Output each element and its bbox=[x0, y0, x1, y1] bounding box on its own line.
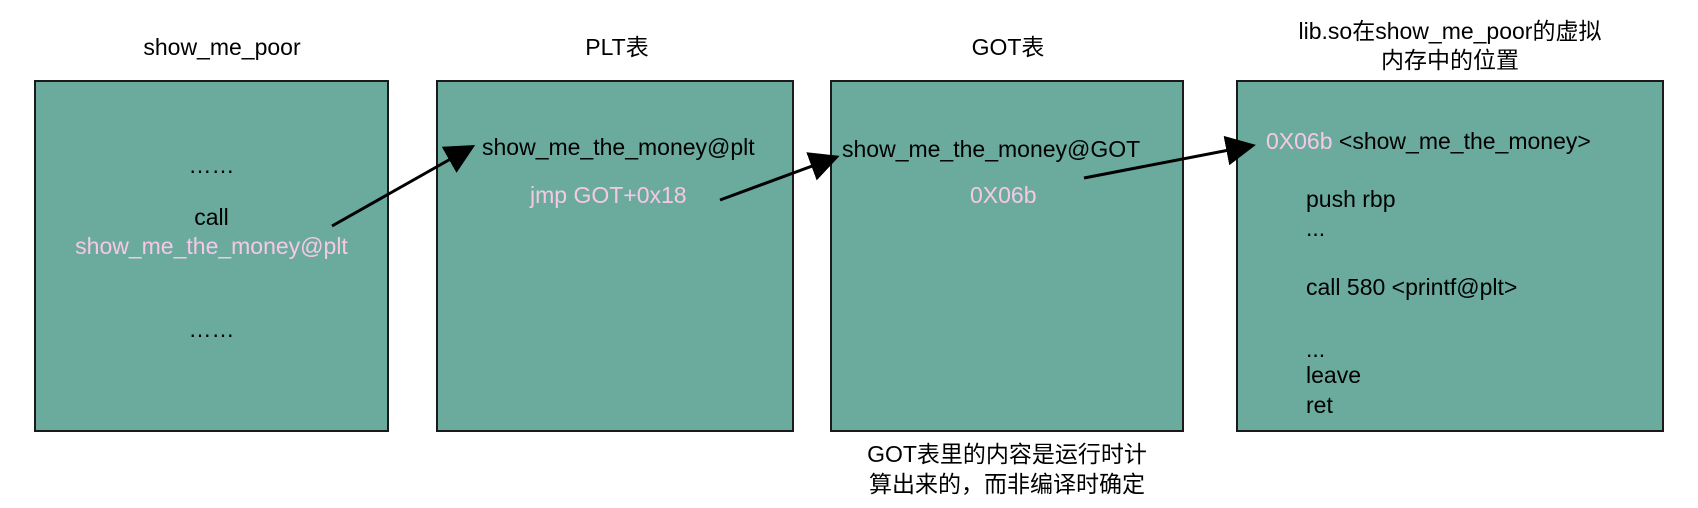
arrow-call-to-plt bbox=[331, 145, 476, 228]
arrow-got-to-lib bbox=[1083, 135, 1256, 180]
arrow-plt-to-got bbox=[719, 152, 840, 202]
arrows-layer bbox=[331, 135, 1256, 228]
